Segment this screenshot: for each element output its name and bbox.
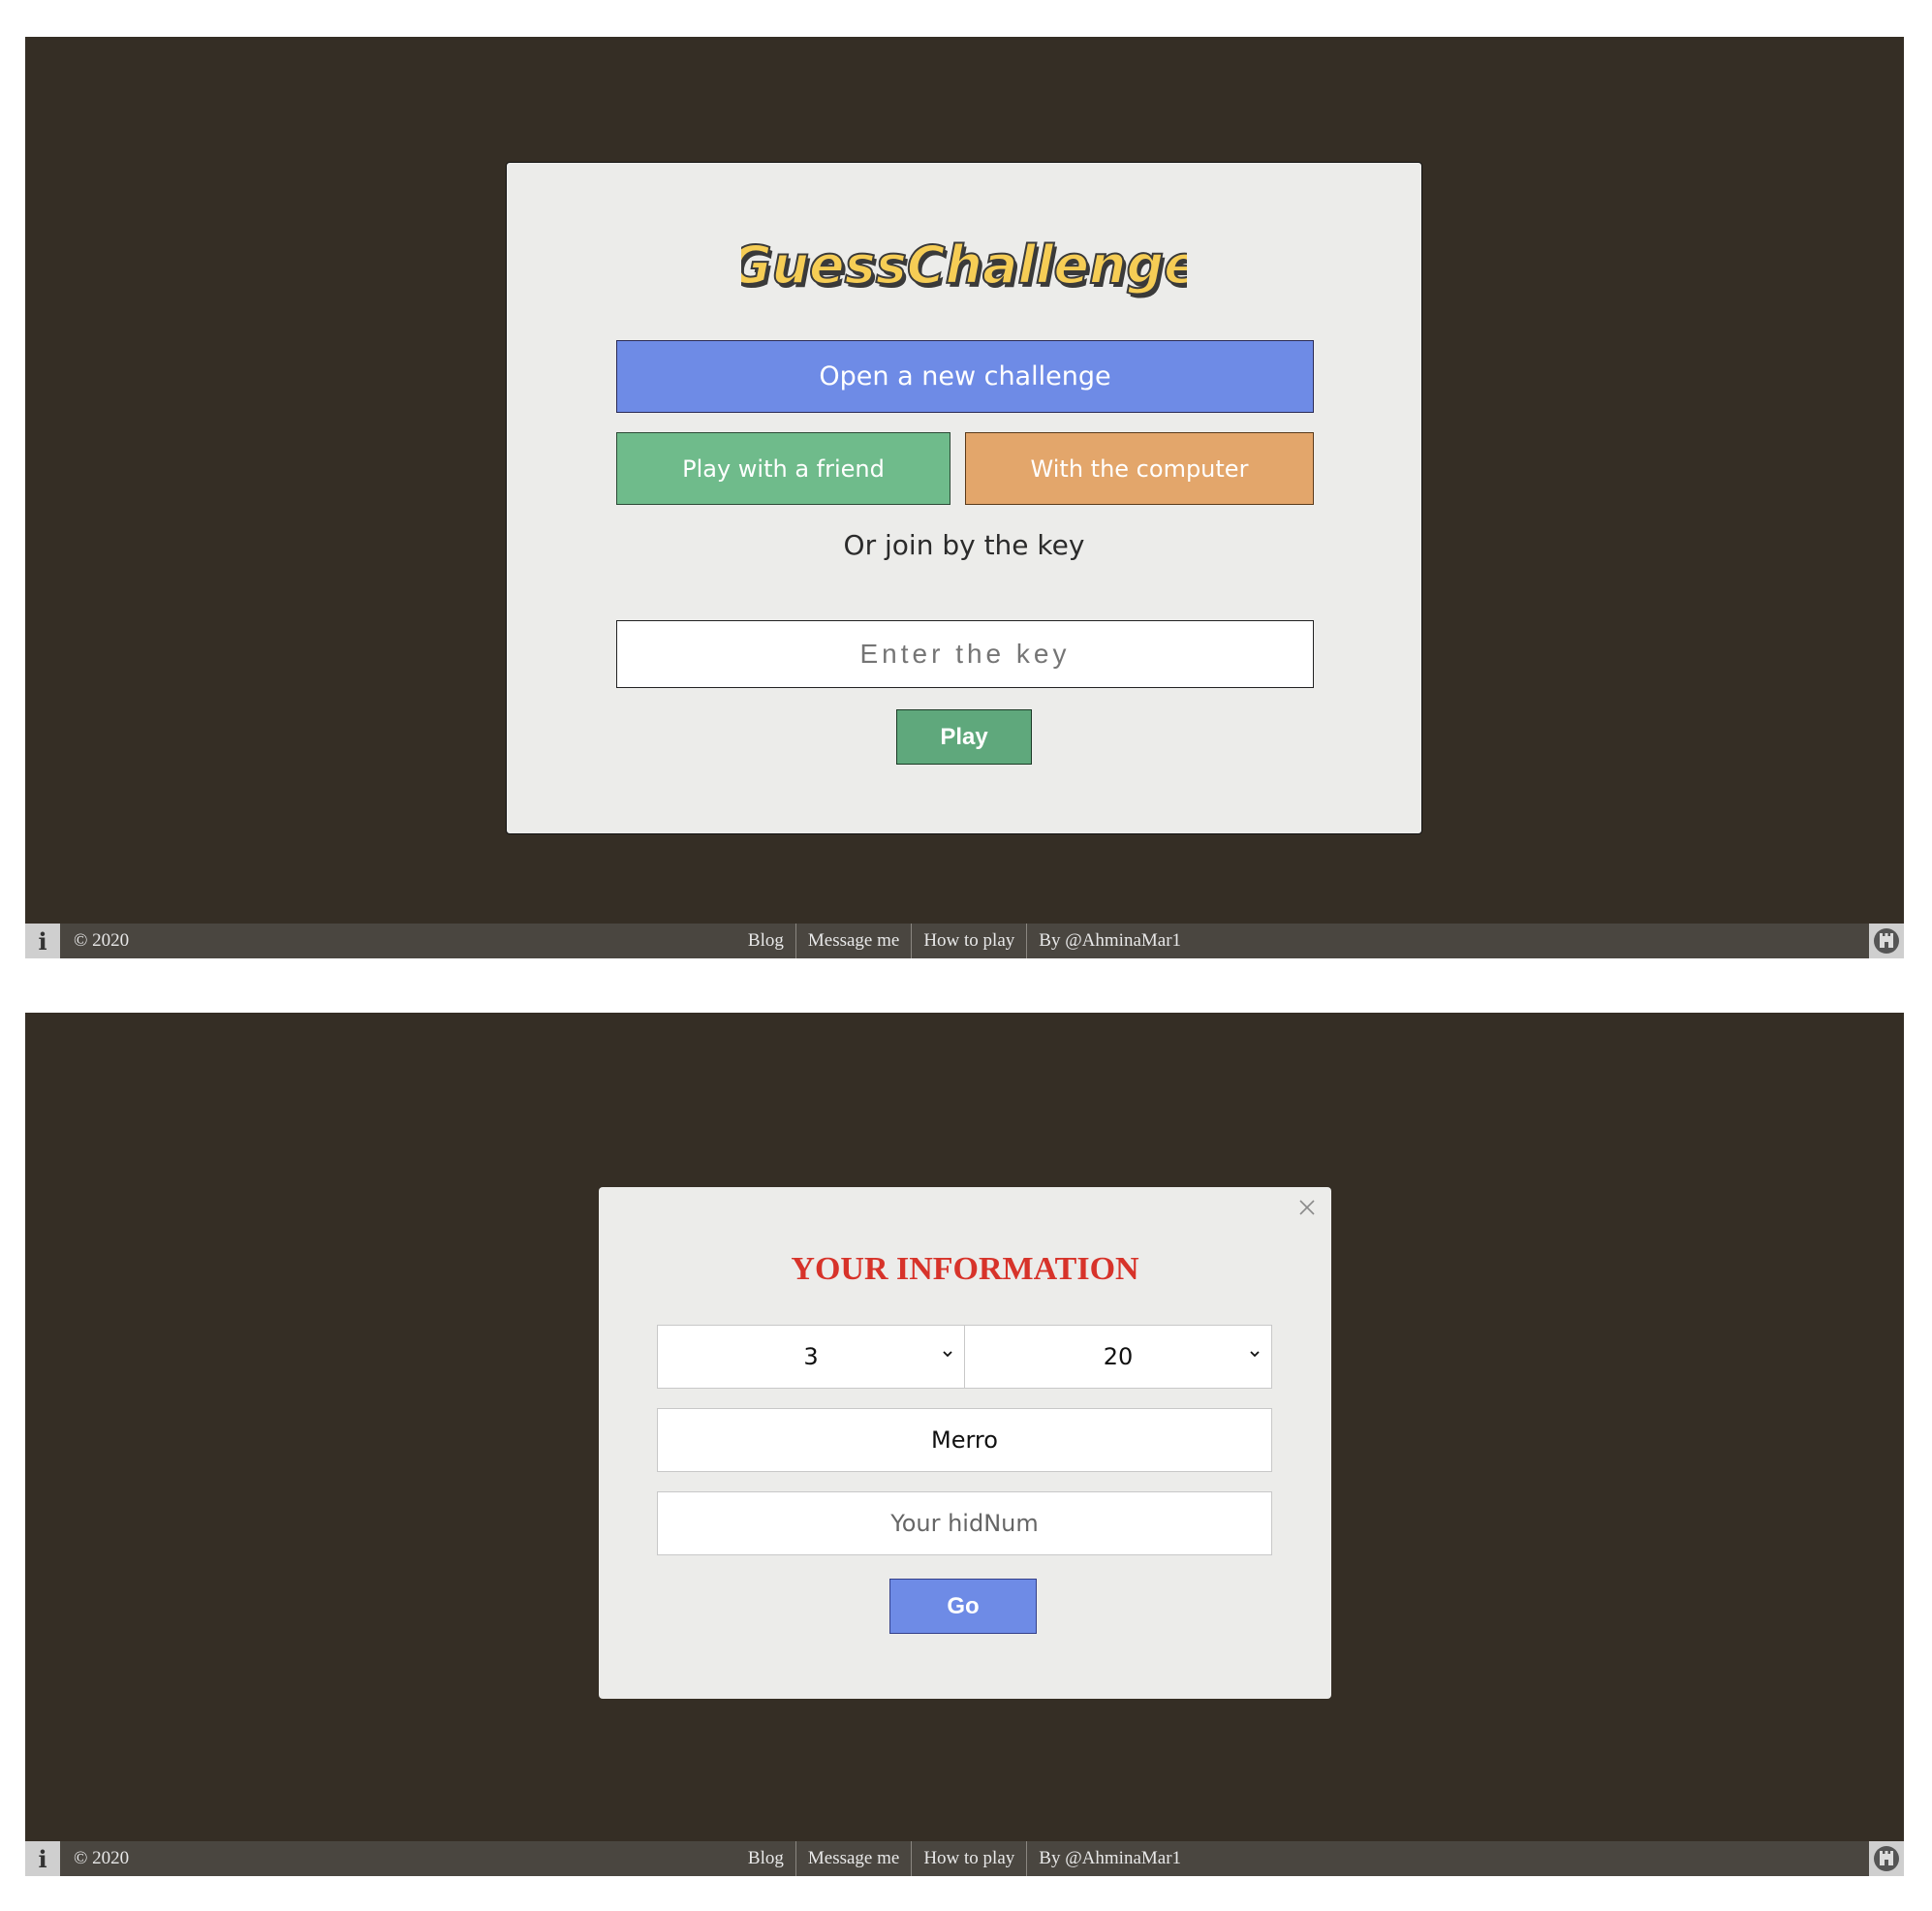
footer: i © 2020 Blog Message me How to play By … xyxy=(25,924,1904,958)
footer-link-message-me[interactable]: Message me xyxy=(795,924,911,958)
chevron-down-icon xyxy=(1250,1351,1260,1358)
castle-icon[interactable] xyxy=(1869,1841,1904,1876)
with-computer-button[interactable]: With the computer xyxy=(965,432,1314,505)
footer-link-blog[interactable]: Blog xyxy=(736,924,795,958)
information-modal: YOUR INFORMATION 3 20 Go xyxy=(599,1187,1331,1699)
svg-text:GuessChallenge: GuessChallenge xyxy=(741,235,1187,296)
footer-links: Blog Message me How to play By @AhminaMa… xyxy=(25,924,1904,958)
go-button[interactable]: Go xyxy=(889,1579,1037,1634)
chevron-down-icon xyxy=(943,1351,952,1358)
footer-link-blog[interactable]: Blog xyxy=(736,1841,795,1876)
footer-link-message-me[interactable]: Message me xyxy=(795,1841,911,1876)
logo: GuessChallenge GuessChallenge xyxy=(507,223,1421,320)
digits-select[interactable]: 3 xyxy=(657,1325,965,1389)
footer-link-how-to-play[interactable]: How to play xyxy=(911,1841,1026,1876)
home-screen: GuessChallenge GuessChallenge Open a new… xyxy=(25,37,1904,958)
join-by-key-text: Or join by the key xyxy=(843,529,1085,561)
play-with-friend-button[interactable]: Play with a friend xyxy=(616,432,950,505)
open-new-challenge-button[interactable]: Open a new challenge xyxy=(616,340,1314,413)
modal-title: YOUR INFORMATION xyxy=(791,1251,1139,1287)
key-input[interactable] xyxy=(616,620,1314,688)
castle-icon[interactable] xyxy=(1869,924,1904,958)
hidnum-input[interactable] xyxy=(657,1491,1272,1555)
footer-link-author[interactable]: By @AhminaMar1 xyxy=(1026,924,1193,958)
footer-link-how-to-play[interactable]: How to play xyxy=(911,924,1026,958)
footer: i © 2020 Blog Message me How to play By … xyxy=(25,1841,1904,1876)
home-card: GuessChallenge GuessChallenge Open a new… xyxy=(506,162,1422,834)
close-icon[interactable] xyxy=(1296,1197,1318,1218)
tries-select[interactable]: 20 xyxy=(964,1325,1272,1389)
info-screen: YOUR INFORMATION 3 20 Go i © 2020 Blog M… xyxy=(25,1013,1904,1876)
footer-link-author[interactable]: By @AhminaMar1 xyxy=(1026,1841,1193,1876)
name-input[interactable] xyxy=(657,1408,1272,1472)
tries-select-value: 20 xyxy=(1103,1343,1134,1370)
play-button[interactable]: Play xyxy=(896,709,1032,765)
digits-select-value: 3 xyxy=(803,1343,819,1370)
footer-links: Blog Message me How to play By @AhminaMa… xyxy=(25,1841,1904,1876)
